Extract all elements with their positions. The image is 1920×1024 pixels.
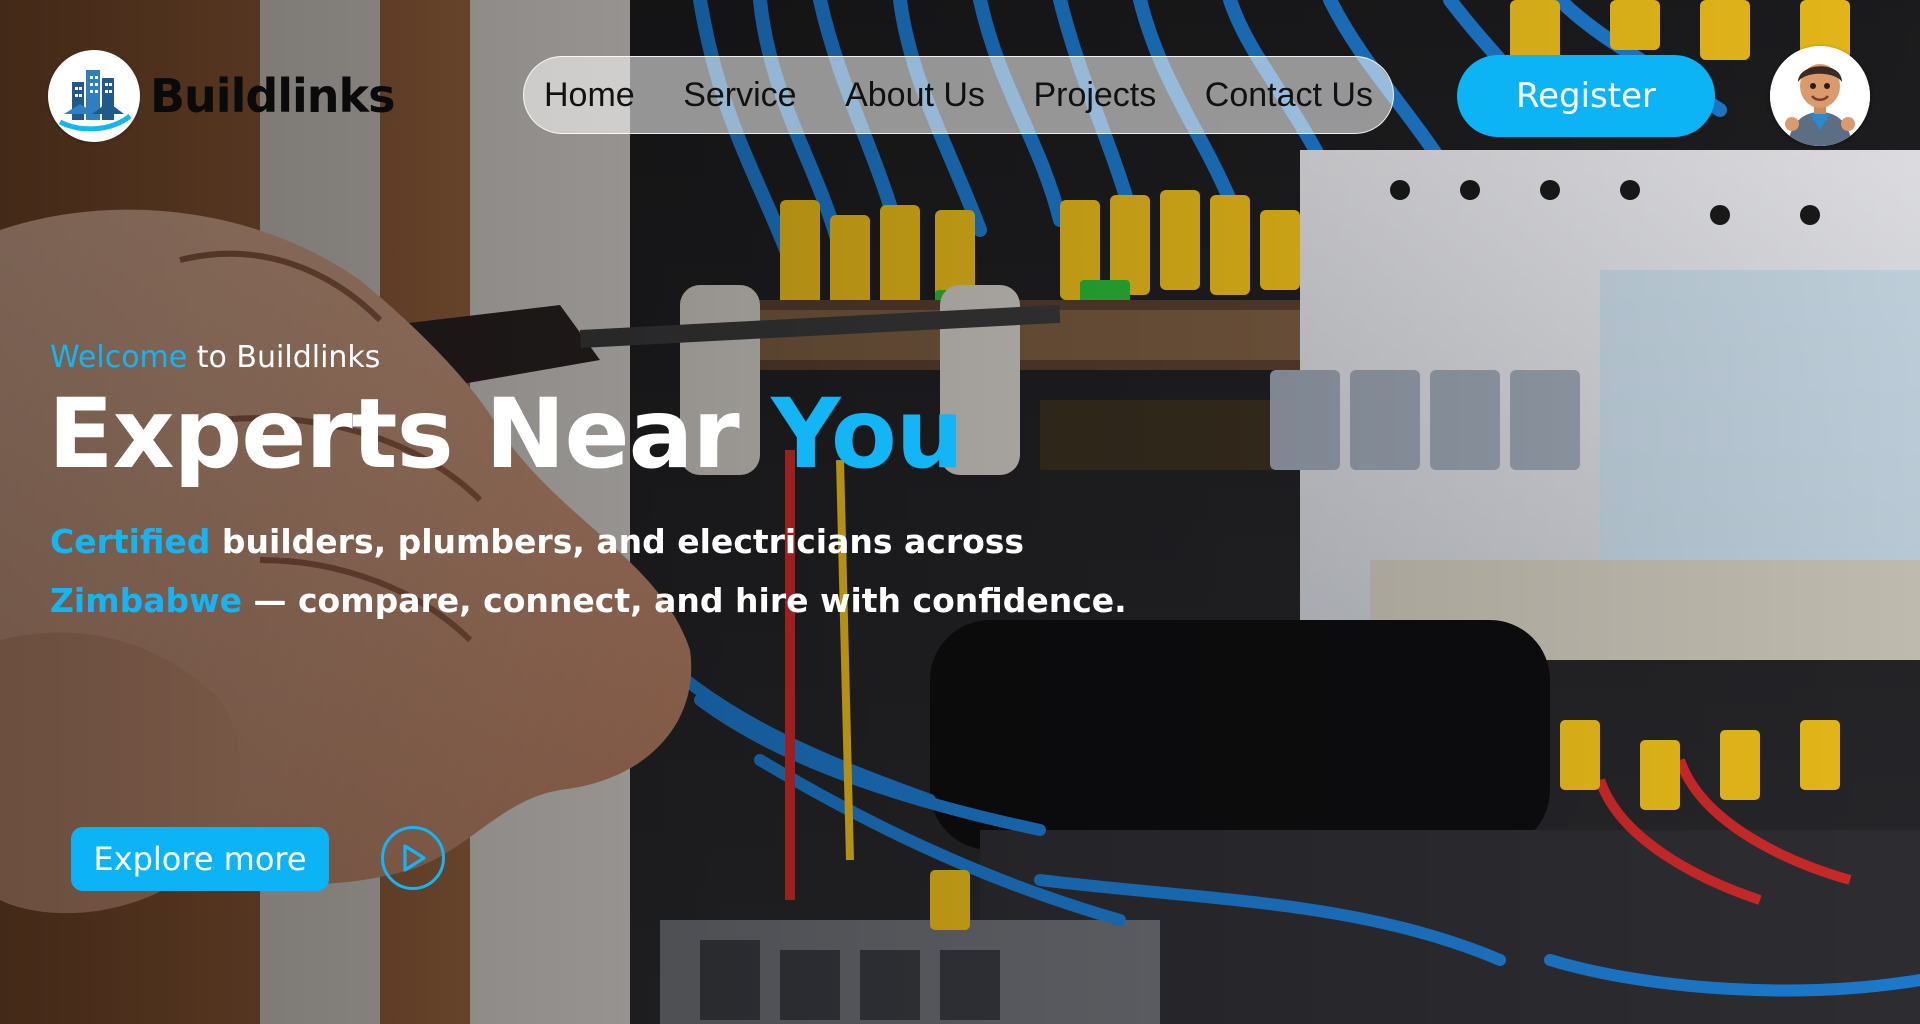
hero-headline: Experts Near You <box>48 378 964 490</box>
subtext-accent-zimbabwe: Zimbabwe <box>50 581 243 620</box>
explore-more-button[interactable]: Explore more <box>71 827 329 891</box>
play-video-button[interactable] <box>381 826 445 890</box>
headline-main: Experts Near <box>48 378 772 490</box>
welcome-text: Welcome to Buildlinks <box>50 340 380 375</box>
hero-subtext: Certified builders, plumbers, and electr… <box>50 512 1150 630</box>
nav-item-home[interactable]: Home <box>544 76 635 115</box>
brand-logo[interactable]: Buildlinks <box>48 50 396 142</box>
user-avatar-icon[interactable] <box>1770 46 1870 146</box>
subtext-part-2: — compare, connect, and hire with confid… <box>242 581 1127 620</box>
play-icon <box>403 844 426 872</box>
nav-item-service[interactable]: Service <box>683 76 796 115</box>
brand-name: Buildlinks <box>150 69 396 123</box>
welcome-accent: Welcome <box>50 340 188 375</box>
subtext-accent-certified: Certified <box>50 522 211 561</box>
register-button[interactable]: Register <box>1457 55 1715 137</box>
nav-item-projects[interactable]: Projects <box>1033 76 1156 115</box>
headline-accent: You <box>771 378 964 490</box>
buildings-logo-icon <box>48 50 140 142</box>
nav-item-contact-us[interactable]: Contact Us <box>1205 76 1373 115</box>
subtext-part-1: builders, plumbers, and electricians acr… <box>210 522 1025 561</box>
welcome-rest: to Buildlinks <box>187 340 381 375</box>
main-navigation: Home Service About Us Projects Contact U… <box>523 56 1394 134</box>
nav-item-about-us[interactable]: About Us <box>845 76 985 115</box>
